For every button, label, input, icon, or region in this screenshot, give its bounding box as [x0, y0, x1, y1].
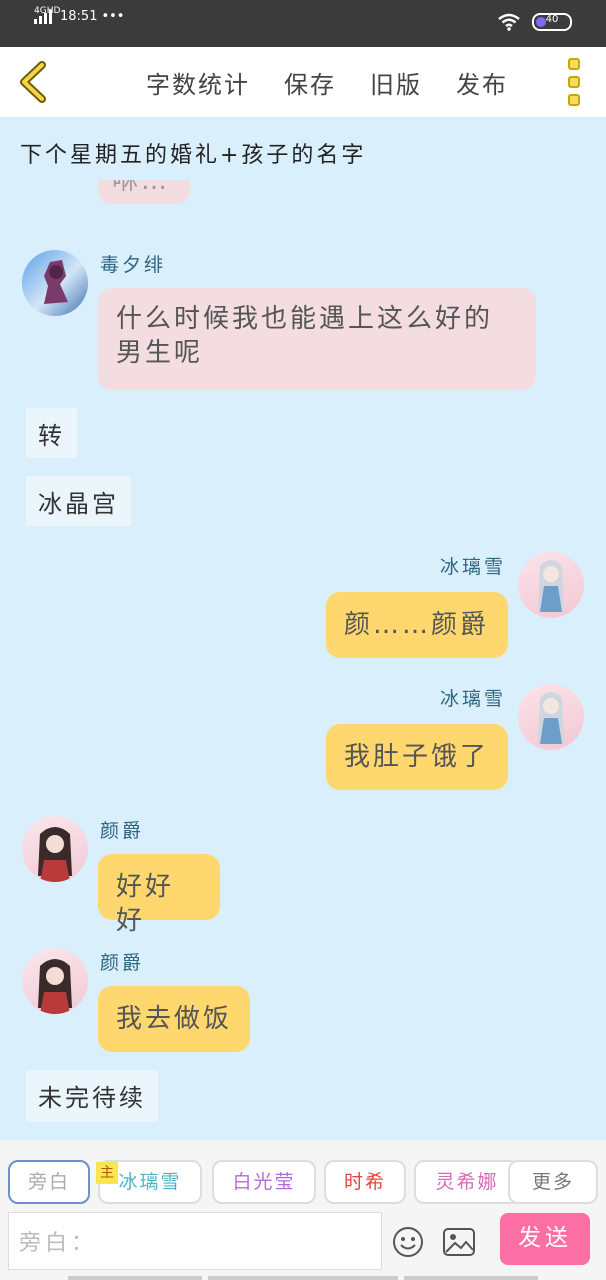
- avatar-figure-icon: [538, 692, 564, 744]
- word-count-button[interactable]: 字数统计: [146, 65, 250, 100]
- editor-header: 字数统计 保存 旧版 发布: [0, 47, 606, 117]
- avatar[interactable]: [518, 552, 584, 618]
- wifi-icon: [498, 13, 520, 31]
- avatar[interactable]: [22, 948, 88, 1014]
- chat-area[interactable]: 咻… 毒夕绯 什么时候我也能遇上这么好的 男生呢 转 冰晶宫 冰璃雪 颜……颜爵…: [0, 180, 606, 1140]
- message-bubble[interactable]: 我肚子饿了: [326, 724, 508, 790]
- avatar[interactable]: [22, 816, 88, 882]
- story-title: 下个星期五的婚礼+孩子的名字: [20, 143, 367, 168]
- message-text: 我肚子饿了: [344, 742, 490, 772]
- message-text-line: 什么时候我也能遇上这么好的: [116, 304, 494, 334]
- header-nav: 字数统计 保存 旧版 发布: [146, 65, 508, 100]
- avatar[interactable]: [518, 684, 584, 750]
- status-dots: •••: [101, 9, 125, 24]
- role-chip-character[interactable]: 时希: [324, 1160, 406, 1204]
- message-bubble[interactable]: 颜……颜爵: [326, 592, 508, 658]
- message-text: 好好好: [116, 872, 175, 936]
- avatar-figure-icon: [538, 560, 564, 612]
- message-text-line: 男生呢: [116, 338, 204, 368]
- scroll-indicator: [208, 1276, 398, 1280]
- send-button[interactable]: 发送: [500, 1213, 590, 1265]
- message-text: 颜……颜爵: [344, 610, 490, 640]
- avatar[interactable]: [22, 250, 88, 316]
- message-text: 我去做饭: [116, 1004, 233, 1034]
- network-label: 4GHD: [34, 6, 61, 16]
- status-time: 18:51: [60, 9, 98, 24]
- avatar-figure-icon: [44, 260, 68, 304]
- battery-level: 40: [545, 14, 559, 25]
- scroll-indicator: [404, 1276, 538, 1280]
- partial-bubble: 咻…: [98, 180, 190, 204]
- status-right: 40: [498, 13, 572, 31]
- image-icon[interactable]: [442, 1226, 476, 1258]
- emoji-icon[interactable]: [392, 1226, 424, 1258]
- role-chip-label: 白光莹: [232, 1171, 296, 1193]
- back-icon[interactable]: [12, 59, 56, 105]
- narration-block[interactable]: 冰晶宫: [26, 476, 131, 526]
- role-chip-character[interactable]: 灵希娜: [414, 1160, 520, 1204]
- main-character-badge: 主: [96, 1162, 118, 1184]
- sender-name: 颜爵: [100, 820, 145, 842]
- narration-block[interactable]: 未完待续: [26, 1070, 158, 1122]
- role-chip-label: 灵希娜: [435, 1171, 499, 1193]
- save-button[interactable]: 保存: [284, 65, 336, 100]
- partial-text: 咻…: [112, 180, 171, 196]
- more-roles-button[interactable]: 更多: [508, 1160, 598, 1204]
- sender-name: 颜爵: [100, 952, 145, 974]
- message-bubble[interactable]: 我去做饭: [98, 986, 250, 1052]
- publish-button[interactable]: 发布: [456, 65, 508, 100]
- sender-name: 冰璃雪: [439, 688, 506, 710]
- more-menu-icon[interactable]: [568, 58, 584, 106]
- status-left: 4GHD 18:51 •••: [34, 6, 125, 24]
- battery-icon: 40: [532, 13, 572, 31]
- role-chip-label: 更多: [531, 1171, 574, 1193]
- role-chip-label: 旁白: [27, 1171, 70, 1193]
- sender-name: 毒夕绯: [100, 254, 167, 276]
- scroll-indicator: [68, 1276, 202, 1280]
- sender-name: 冰璃雪: [439, 556, 506, 578]
- message-bubble[interactable]: 好好好: [98, 854, 220, 936]
- status-bar: 4GHD 18:51 ••• 40: [0, 0, 606, 47]
- avatar-figure-icon: [38, 827, 72, 882]
- narration-block[interactable]: 转: [26, 408, 77, 458]
- role-chip-narration[interactable]: 旁白: [8, 1160, 90, 1204]
- avatar-figure-icon: [38, 959, 72, 1014]
- role-chip-character[interactable]: 白光莹: [212, 1160, 316, 1204]
- message-input[interactable]: 旁白：: [8, 1212, 382, 1270]
- old-version-button[interactable]: 旧版: [370, 65, 422, 100]
- role-chip-label: 冰璃雪: [118, 1171, 182, 1193]
- input-placeholder: 旁白：: [19, 1231, 98, 1256]
- message-bubble[interactable]: 什么时候我也能遇上这么好的 男生呢: [98, 288, 536, 390]
- role-chip-label: 时希: [343, 1171, 386, 1193]
